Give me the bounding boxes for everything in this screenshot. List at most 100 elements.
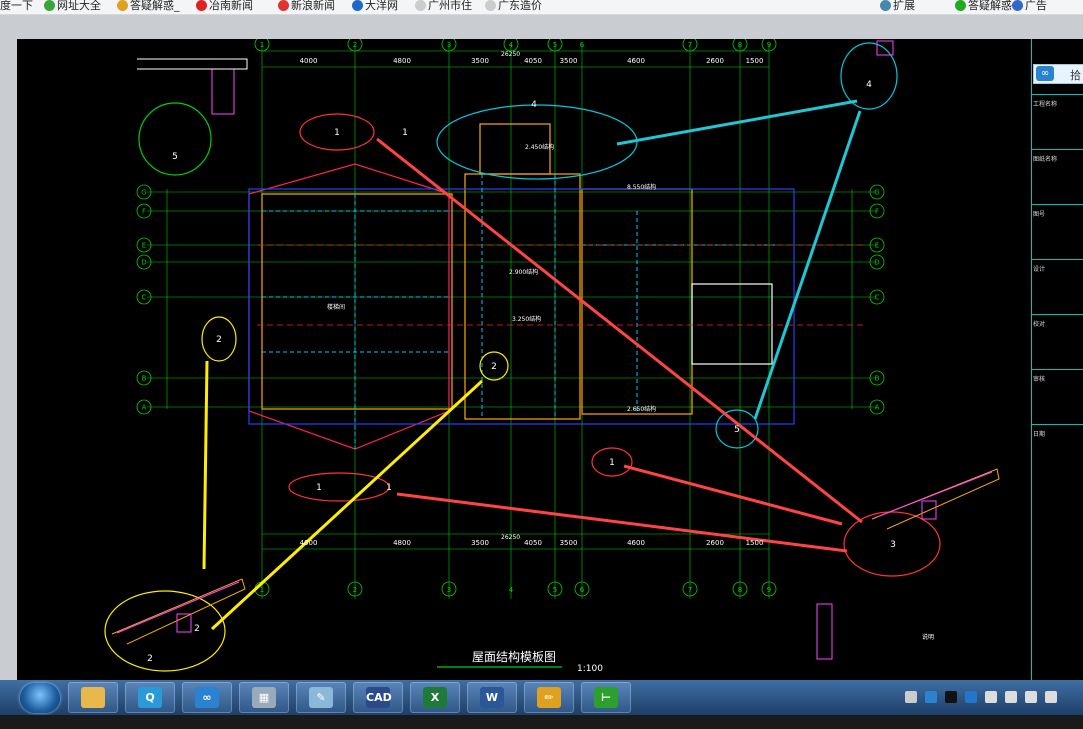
elevation-label: 2.900结构 [509,268,538,276]
bookmark-label: 广州市住 [428,0,472,12]
bookmark-4[interactable]: 冶南新闻 [196,0,253,14]
cad-drawing-canvas[interactable]: 26250 26250 楼梯间 2.450结构 2.900结构 3.250结构 … [17,39,1027,680]
column-label: 8 [738,586,742,594]
row-label: F [142,208,146,216]
baidu-cloud-icon: ∞ [1036,66,1054,81]
room-label: 楼梯间 [327,303,345,311]
callout-number: 4 [866,80,872,90]
title-block-divider [1031,424,1083,425]
callout-number: 1 [402,128,408,138]
row-label: A [142,404,147,412]
drawing-title: 屋面结构模板图 [472,649,556,664]
drawing-scale: 1:100 [577,664,603,674]
column-label: 7 [688,586,692,594]
title-block-divider [1031,259,1083,260]
bookmark-2[interactable]: 网址大全 [44,0,101,14]
excel-icon: X [423,687,447,708]
column-dimension: 2600 [706,57,724,65]
red-news-icon [196,0,207,11]
screen-bottom-edge [0,715,1083,729]
qq-icon[interactable] [945,691,957,703]
bookmark-label: 冶南新闻 [209,0,253,12]
bookmark-right-1[interactable]: 扩展 [880,0,915,14]
bookmark-right-2[interactable]: 答疑解惑 [955,0,1012,14]
page-icon [415,0,426,11]
row-label: C [875,294,880,302]
taskbar-cad-button[interactable]: CAD [353,682,403,713]
column-label: 1 [260,586,264,594]
callout-number: 2 [216,335,222,345]
row-label: D [874,259,879,267]
taskbar-calculator-button[interactable]: ▦ [239,682,289,713]
bookmark-label: 网址大全 [57,0,101,12]
start-button[interactable] [20,683,60,713]
title-block-divider [1031,149,1083,150]
column-label: 5 [553,586,557,594]
taskbar-word-button[interactable]: W [467,682,517,713]
column-label: 1 [260,41,264,49]
row-label: E [875,242,879,250]
windows-taskbar: Q ∞ ▦ ✎ CAD X W ✏ ⊢ [0,680,1083,715]
bluetooth-icon[interactable] [965,691,977,703]
bookmark-label: 答疑解惑_ [130,0,180,12]
title-block-row: 审核 [1033,376,1046,383]
system-tray [905,688,1083,708]
taskbar-notepad-button[interactable]: ✎ [296,682,346,713]
bookmark-7[interactable]: 广州市住 [415,0,472,14]
column-label: 9 [767,586,771,594]
taskbar-browser-button[interactable]: Q [125,682,175,713]
taskbar-glodon-button[interactable]: ⊢ [581,682,631,713]
signal-icon[interactable] [1045,691,1057,703]
row-label: F [875,208,879,216]
grid-icon [880,0,891,11]
bookmark-6[interactable]: 大洋网 [352,0,398,14]
column-dimension: 4000 [300,539,318,547]
callout-number: 2 [194,624,200,634]
title-block-row: 日期 [1033,431,1046,438]
bookmark-label: 答疑解惑 [968,0,1012,12]
bookmark-right-3[interactable]: 广告 [1012,0,1047,14]
volume-icon[interactable] [985,691,997,703]
bookmark-3[interactable]: 答疑解惑_ [117,0,180,14]
blue-e-icon [1012,0,1023,11]
title-block-divider [1031,314,1083,315]
row-label: C [142,294,147,302]
callout-number: 2 [491,362,497,372]
keyboard-icon[interactable] [905,691,917,703]
taskbar-excel-button[interactable]: X [410,682,460,713]
bookmark-label: 度一下 [0,0,33,12]
title-block-row: 图号 [1033,211,1046,218]
blue-circle-icon [352,0,363,11]
bookmark-1[interactable]: 度一下 [0,0,33,14]
column-dimension: 4800 [393,539,411,547]
usb-icon[interactable] [1005,691,1017,703]
title-block-divider [1031,94,1083,95]
swirl-icon [117,0,128,11]
speaker-icon[interactable] [1025,691,1037,703]
taskbar-explorer-button[interactable] [68,682,118,713]
title-block-row: 图纸名称 [1033,156,1058,163]
title-block-divider [1031,369,1083,370]
column-dimension: 2600 [706,539,724,547]
taskbar-baidu-cloud-button[interactable]: ∞ [182,682,232,713]
taskbar-sketch-button[interactable]: ✏ [524,682,574,713]
column-label: 2 [353,586,357,594]
calculator-icon: ▦ [252,687,276,708]
baidu-cloud-icon[interactable] [925,691,937,703]
q-browser-icon: Q [138,687,162,708]
notepad-icon: ✎ [309,687,333,708]
column-dimension: 4600 [627,57,645,65]
column-label: 6 [580,586,585,594]
sign-button-label: 拾 [1070,69,1081,82]
sign-button[interactable]: ∞ 拾 [1033,64,1083,84]
cad-drawing-svg: 26250 26250 楼梯间 2.450结构 2.900结构 3.250结构 … [104,39,1000,674]
column-label: 3 [447,586,451,594]
sina-eye-icon [278,0,289,11]
callout-numbers: 1 1 1 1 1 2 2 2 2 3 5 4 5 4 [147,80,896,664]
folder-icon [81,687,105,708]
glodon-icon: ⊢ [594,687,618,708]
column-label: 9 [767,41,771,49]
column-label: 5 [553,41,557,49]
bookmark-8[interactable]: 广东造价 [485,0,542,14]
bookmark-5[interactable]: 新浪新闻 [278,0,335,14]
